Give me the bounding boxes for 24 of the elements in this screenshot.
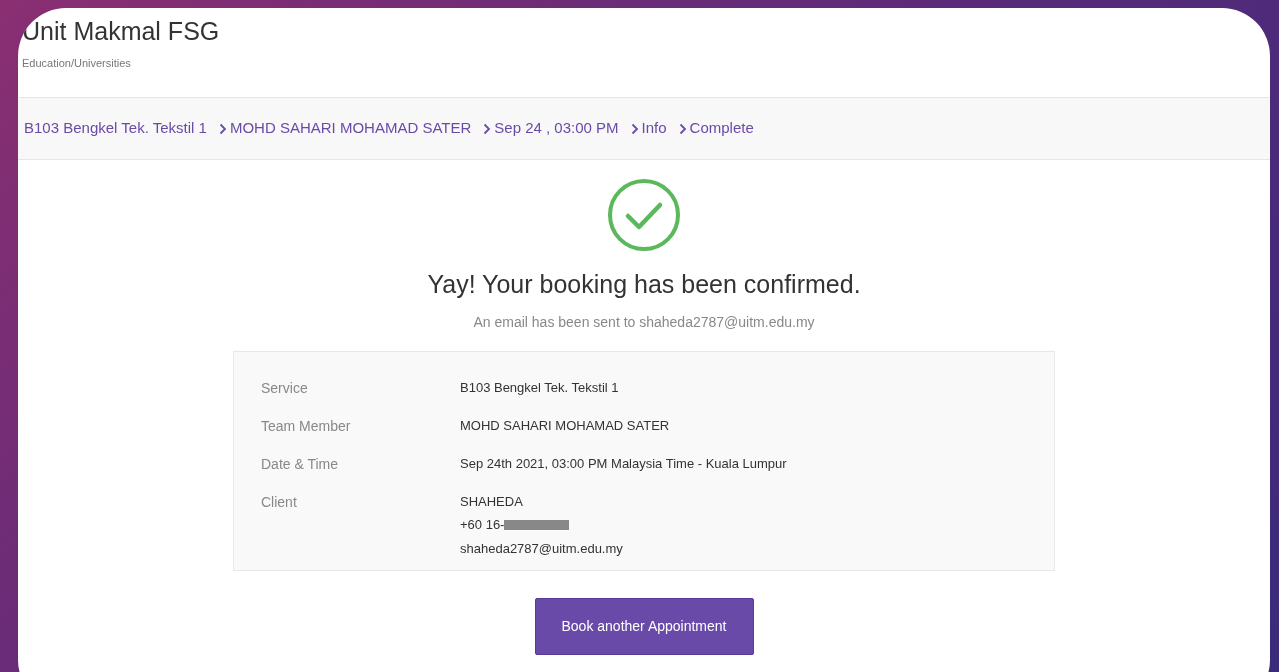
chevron-icon bbox=[630, 122, 639, 135]
detail-label: Client bbox=[261, 492, 298, 512]
breadcrumb-link[interactable]: Sep 24 , 03:00 PM bbox=[494, 117, 619, 140]
detail-label: Team Member bbox=[261, 416, 352, 436]
detail-value: MOHD SAHARI MOHAMAD SATER bbox=[460, 416, 670, 435]
detail-value: B103 Bengkel Tek. Tekstil 1 bbox=[460, 378, 619, 397]
detail-value: SHAHEDA bbox=[460, 492, 523, 511]
chevron-icon bbox=[483, 122, 492, 135]
confirmation-heading: Yay! Your booking has been confirmed. bbox=[427, 269, 861, 300]
confirmation-message: An email has been sent to shaheda2787@uitm.edu.my bbox=[473, 312, 815, 332]
detail-value: Sep 24th 2021, 03:00 PM Malaysia Time - Kuala Lumpur bbox=[460, 454, 787, 473]
chevron-icon bbox=[218, 122, 227, 135]
detail-value: +60 16- bbox=[460, 516, 505, 534]
breadcrumb-link[interactable]: MOHD SAHARI MOHAMAD SATER bbox=[229, 117, 472, 140]
chevron-icon bbox=[678, 122, 687, 135]
detail-label: Date & Time bbox=[261, 454, 340, 474]
detail-label: Service bbox=[261, 378, 309, 398]
breadcrumb-link[interactable]: Info bbox=[641, 117, 667, 140]
page-subtitle: Education/Universities bbox=[22, 56, 132, 71]
book-another-button[interactable]: Book another Appointment bbox=[534, 597, 754, 655]
check-circle-icon bbox=[607, 178, 681, 252]
detail-value: shaheda2787@uitm.edu.my bbox=[460, 539, 623, 558]
breadcrumb-link[interactable]: B103 Bengkel Tek. Tekstil 1 bbox=[24, 117, 207, 140]
breadcrumb-link[interactable]: Complete bbox=[689, 117, 754, 140]
